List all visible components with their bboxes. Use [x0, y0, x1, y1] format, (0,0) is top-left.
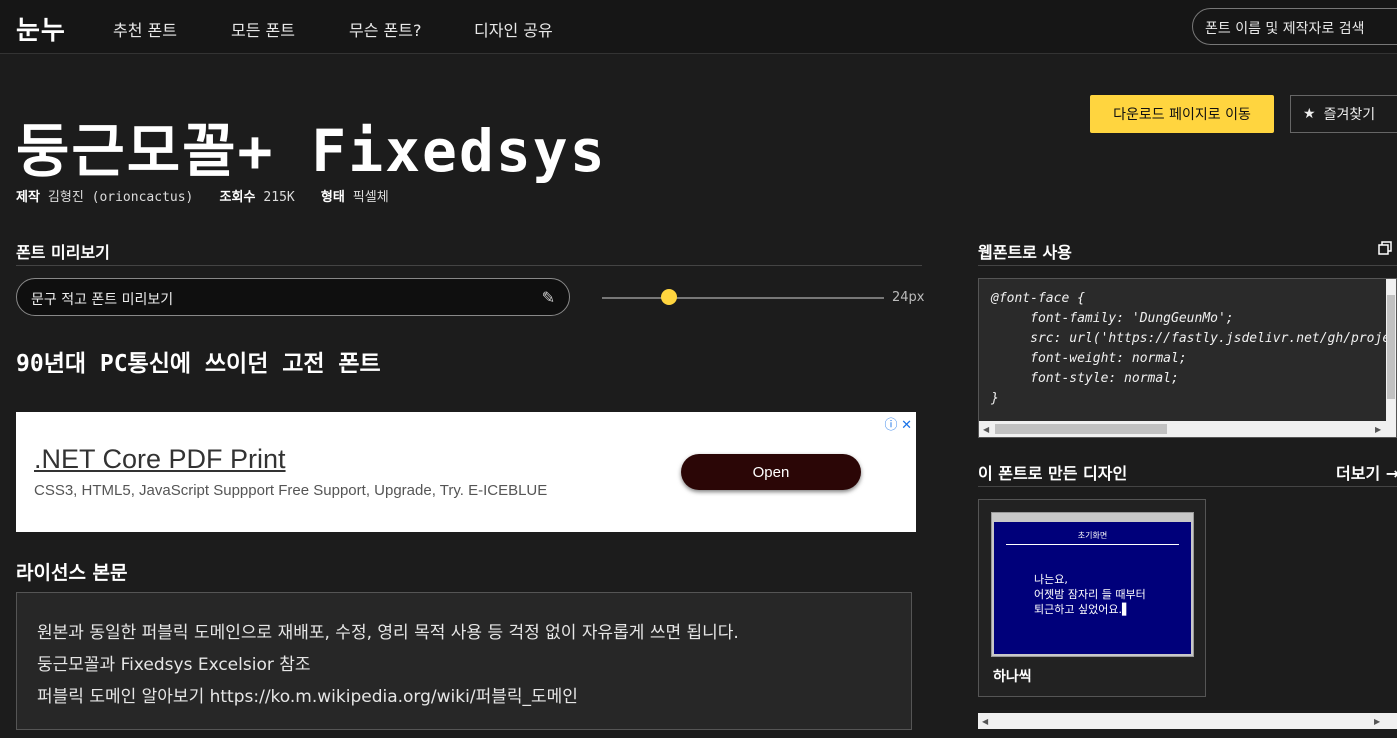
copy-icon[interactable]	[1378, 241, 1392, 255]
favorite-button[interactable]: ★ 즐겨찾기	[1290, 95, 1397, 133]
page-title: 둥근모꼴+ Fixedsys	[16, 117, 607, 185]
ad-description: CSS3, HTML5, JavaScript Suppport Free Su…	[34, 482, 548, 499]
code-vertical-scrollbar[interactable]	[1386, 279, 1396, 423]
star-icon: ★	[1303, 106, 1316, 122]
search-input[interactable]: 폰트 이름 및 제작자로 검색	[1192, 8, 1397, 45]
design-thumbnail-screen: 초기화면 나는요, 어젯밤 잠자리 들 때부터 퇴근하고 싶었어요.▌	[994, 522, 1191, 654]
code-line: src: url('https://fastly.jsdelivr.net/gh…	[1030, 331, 1397, 346]
nav-link-design-share[interactable]: 디자인 공유	[474, 17, 553, 41]
nav-link-what-font[interactable]: 무슨 폰트?	[349, 17, 421, 41]
type-value: 픽셀체	[352, 190, 389, 205]
designs-divider	[978, 486, 1397, 487]
code-line: }	[991, 391, 999, 406]
code-line: font-style: normal;	[991, 371, 1179, 386]
code-line: @font-face {	[991, 291, 1085, 306]
webfont-code-box[interactable]: @font-face { font-family: 'DungGeunMo'; …	[978, 278, 1397, 438]
font-size-slider[interactable]	[602, 297, 884, 299]
type-label: 형태	[320, 190, 345, 205]
code-horizontal-scroll-thumb[interactable]	[995, 424, 1167, 434]
webfont-label: 웹폰트로 사용	[978, 243, 1072, 262]
logo[interactable]: 눈누	[16, 10, 66, 47]
preview-sample-text: 90년대 PC통신에 쓰이던 고전 폰트	[16, 351, 381, 377]
views-value: 215K	[263, 190, 295, 205]
license-body: 원본과 동일한 퍼블릭 도메인으로 재배포, 수정, 영리 목적 사용 등 걱정…	[16, 592, 912, 730]
design-screen-rule	[1006, 544, 1179, 545]
ad-open-button[interactable]: Open	[681, 454, 861, 490]
ad-banner[interactable]: ⓘ ✕ .NET Core PDF Print CSS3, HTML5, Jav…	[16, 412, 916, 532]
webfont-code: @font-face { font-family: 'DungGeunMo'; …	[991, 289, 1397, 409]
license-line: 원본과 동일한 퍼블릭 도메인으로 재배포, 수정, 영리 목적 사용 등 걱정…	[37, 623, 739, 643]
design-name[interactable]: 하나씩	[993, 666, 1032, 686]
preview-input-placeholder: 문구 적고 폰트 미리보기	[31, 292, 174, 308]
ad-title[interactable]: .NET Core PDF Print	[34, 444, 286, 475]
maker-label: 제작	[16, 190, 40, 205]
code-vertical-scroll-thumb[interactable]	[1387, 295, 1395, 399]
top-nav: 눈누 추천 폰트 모든 폰트 무슨 폰트? 디자인 공유 폰트 이름 및 제작자…	[0, 0, 1397, 54]
designs-horizontal-scrollbar[interactable]: ◀ ▶	[978, 713, 1397, 729]
design-card[interactable]: 초기화면 나는요, 어젯밤 잠자리 들 때부터 퇴근하고 싶었어요.▌ 하나씩	[978, 499, 1206, 697]
design-screen-title: 초기화면	[1077, 531, 1108, 540]
license-line: 퍼블릭 도메인 알아보기 https://ko.m.wikipedia.org/…	[37, 687, 578, 707]
design-screen-text: 나는요, 어젯밤 잠자리 들 때부터 퇴근하고 싶었어요.▌	[1034, 573, 1146, 616]
ad-info-icon[interactable]: ⓘ ✕	[884, 414, 912, 433]
designs-label: 이 폰트로 만든 디자인	[978, 464, 1128, 483]
maker-value: 김형진 (orioncactus)	[47, 190, 194, 205]
download-button[interactable]: 다운로드 페이지로 이동	[1090, 95, 1274, 133]
scroll-right-icon[interactable]: ▶	[1374, 717, 1380, 726]
nav-link-all-fonts[interactable]: 모든 폰트	[231, 17, 295, 41]
design-thumbnail[interactable]: 초기화면 나는요, 어젯밤 잠자리 들 때부터 퇴근하고 싶었어요.▌	[991, 512, 1194, 657]
preview-label: 폰트 미리보기	[16, 243, 110, 262]
preview-input[interactable]: 문구 적고 폰트 미리보기 ✎	[16, 278, 570, 316]
scroll-right-icon[interactable]: ▶	[1375, 425, 1381, 434]
designs-more-link[interactable]: 더보기 →	[1336, 460, 1397, 484]
preview-divider	[16, 265, 922, 266]
code-horizontal-scrollbar[interactable]: ◀ ▶	[979, 421, 1396, 437]
scroll-left-icon[interactable]: ◀	[982, 717, 988, 726]
font-size-value: 24px	[892, 290, 925, 305]
code-line: font-weight: normal;	[991, 351, 1187, 366]
license-label: 라이선스 본문	[16, 562, 128, 584]
code-line: font-family: 'DungGeunMo';	[991, 311, 1234, 326]
webfont-divider	[978, 265, 1397, 266]
license-line: 둥근모꼴과 Fixedsys Excelsior 참조	[37, 655, 311, 675]
nav-link-recommended[interactable]: 추천 폰트	[113, 17, 177, 41]
font-meta: 제작 김형진 (orioncactus) 조회수 215K 형태 픽셀체	[16, 186, 411, 205]
scroll-left-icon[interactable]: ◀	[983, 425, 989, 434]
pencil-icon: ✎	[541, 288, 555, 307]
views-label: 조회수	[219, 190, 256, 205]
font-size-slider-handle[interactable]	[661, 289, 677, 305]
favorite-button-label: 즐겨찾기	[1323, 107, 1376, 123]
